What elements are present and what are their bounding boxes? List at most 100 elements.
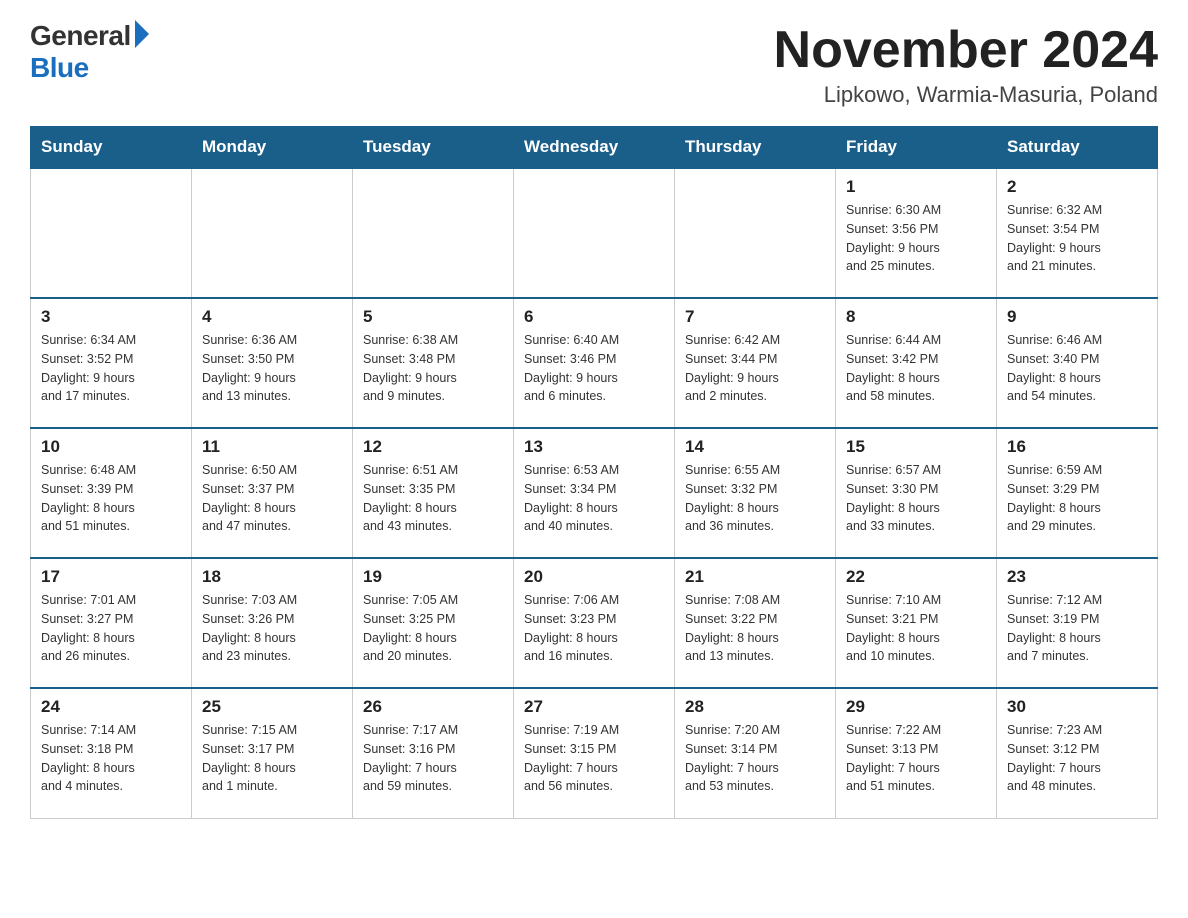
- calendar-cell: 28 Sunrise: 7:20 AM Sunset: 3:14 PM Dayli…: [675, 688, 836, 818]
- day-number: 29: [846, 697, 986, 717]
- day-info: Sunrise: 6:51 AM Sunset: 3:35 PM Dayligh…: [363, 461, 503, 536]
- day-number: 8: [846, 307, 986, 327]
- day-info: Sunrise: 7:08 AM Sunset: 3:22 PM Dayligh…: [685, 591, 825, 666]
- calendar-cell: 15 Sunrise: 6:57 AM Sunset: 3:30 PM Dayli…: [836, 428, 997, 558]
- day-number: 9: [1007, 307, 1147, 327]
- logo: General Blue: [30, 20, 149, 84]
- day-info: Sunrise: 6:59 AM Sunset: 3:29 PM Dayligh…: [1007, 461, 1147, 536]
- day-number: 25: [202, 697, 342, 717]
- calendar-cell: [353, 168, 514, 298]
- calendar-cell: 23 Sunrise: 7:12 AM Sunset: 3:19 PM Dayli…: [997, 558, 1158, 688]
- day-info: Sunrise: 7:20 AM Sunset: 3:14 PM Dayligh…: [685, 721, 825, 796]
- day-number: 10: [41, 437, 181, 457]
- calendar-cell: 11Sunrise: 6:50 AM Sunset: 3:37 PM Dayli…: [192, 428, 353, 558]
- day-number: 14: [685, 437, 825, 457]
- calendar-cell: [675, 168, 836, 298]
- calendar-cell: 3Sunrise: 6:34 AM Sunset: 3:52 PM Daylig…: [31, 298, 192, 428]
- month-title: November 2024: [774, 20, 1158, 80]
- calendar-table: Sunday Monday Tuesday Wednesday Thursday…: [30, 126, 1158, 819]
- calendar-cell: 27Sunrise: 7:19 AM Sunset: 3:15 PM Dayli…: [514, 688, 675, 818]
- day-info: Sunrise: 6:50 AM Sunset: 3:37 PM Dayligh…: [202, 461, 342, 536]
- col-tuesday: Tuesday: [353, 127, 514, 169]
- day-info: Sunrise: 6:40 AM Sunset: 3:46 PM Dayligh…: [524, 331, 664, 406]
- day-info: Sunrise: 6:34 AM Sunset: 3:52 PM Dayligh…: [41, 331, 181, 406]
- calendar-cell: [192, 168, 353, 298]
- week-row-3: 10 Sunrise: 6:48 AM Sunset: 3:39 PM Dayli…: [31, 428, 1158, 558]
- day-info: Sunrise: 7:22 AM Sunset: 3:13 PM Dayligh…: [846, 721, 986, 796]
- day-info: Sunrise: 7:10 AM Sunset: 3:21 PM Dayligh…: [846, 591, 986, 666]
- day-number: 30: [1007, 697, 1147, 717]
- calendar-cell: 20Sunrise: 7:06 AM Sunset: 3:23 PM Dayli…: [514, 558, 675, 688]
- day-info: Sunrise: 6:42 AM Sunset: 3:44 PM Dayligh…: [685, 331, 825, 406]
- calendar-cell: 1Sunrise: 6:30 AM Sunset: 3:56 PM Daylig…: [836, 168, 997, 298]
- title-area: November 2024 Lipkowo, Warmia-Masuria, P…: [774, 20, 1158, 108]
- week-row-2: 3Sunrise: 6:34 AM Sunset: 3:52 PM Daylig…: [31, 298, 1158, 428]
- day-info: Sunrise: 6:55 AM Sunset: 3:32 PM Dayligh…: [685, 461, 825, 536]
- day-number: 22: [846, 567, 986, 587]
- calendar-cell: 16 Sunrise: 6:59 AM Sunset: 3:29 PM Dayli…: [997, 428, 1158, 558]
- day-number: 28: [685, 697, 825, 717]
- day-info: Sunrise: 6:32 AM Sunset: 3:54 PM Dayligh…: [1007, 201, 1147, 276]
- week-row-5: 24Sunrise: 7:14 AM Sunset: 3:18 PM Dayli…: [31, 688, 1158, 818]
- calendar-cell: 7 Sunrise: 6:42 AM Sunset: 3:44 PM Daylig…: [675, 298, 836, 428]
- calendar-cell: 9 Sunrise: 6:46 AM Sunset: 3:40 PM Daylig…: [997, 298, 1158, 428]
- day-info: Sunrise: 7:03 AM Sunset: 3:26 PM Dayligh…: [202, 591, 342, 666]
- calendar-cell: 13 Sunrise: 6:53 AM Sunset: 3:34 PM Dayli…: [514, 428, 675, 558]
- day-number: 5: [363, 307, 503, 327]
- logo-triangle-icon: [135, 20, 149, 48]
- calendar-cell: 12 Sunrise: 6:51 AM Sunset: 3:35 PM Dayli…: [353, 428, 514, 558]
- day-number: 23: [1007, 567, 1147, 587]
- day-info: Sunrise: 6:46 AM Sunset: 3:40 PM Dayligh…: [1007, 331, 1147, 406]
- week-row-1: 1Sunrise: 6:30 AM Sunset: 3:56 PM Daylig…: [31, 168, 1158, 298]
- col-monday: Monday: [192, 127, 353, 169]
- day-info: Sunrise: 7:12 AM Sunset: 3:19 PM Dayligh…: [1007, 591, 1147, 666]
- day-number: 26: [363, 697, 503, 717]
- calendar-cell: 18 Sunrise: 7:03 AM Sunset: 3:26 PM Dayli…: [192, 558, 353, 688]
- header-row: Sunday Monday Tuesday Wednesday Thursday…: [31, 127, 1158, 169]
- calendar-cell: 17 Sunrise: 7:01 AM Sunset: 3:27 PM Dayli…: [31, 558, 192, 688]
- day-info: Sunrise: 6:48 AM Sunset: 3:39 PM Dayligh…: [41, 461, 181, 536]
- day-info: Sunrise: 6:53 AM Sunset: 3:34 PM Dayligh…: [524, 461, 664, 536]
- calendar-cell: 22 Sunrise: 7:10 AM Sunset: 3:21 PM Dayli…: [836, 558, 997, 688]
- day-number: 7: [685, 307, 825, 327]
- calendar-cell: 19Sunrise: 7:05 AM Sunset: 3:25 PM Dayli…: [353, 558, 514, 688]
- col-sunday: Sunday: [31, 127, 192, 169]
- day-info: Sunrise: 7:19 AM Sunset: 3:15 PM Dayligh…: [524, 721, 664, 796]
- calendar-cell: 21 Sunrise: 7:08 AM Sunset: 3:22 PM Dayli…: [675, 558, 836, 688]
- calendar-cell: 14 Sunrise: 6:55 AM Sunset: 3:32 PM Dayli…: [675, 428, 836, 558]
- calendar-cell: 10 Sunrise: 6:48 AM Sunset: 3:39 PM Dayli…: [31, 428, 192, 558]
- day-info: Sunrise: 7:01 AM Sunset: 3:27 PM Dayligh…: [41, 591, 181, 666]
- day-number: 24: [41, 697, 181, 717]
- day-info: Sunrise: 7:06 AM Sunset: 3:23 PM Dayligh…: [524, 591, 664, 666]
- day-number: 15: [846, 437, 986, 457]
- day-number: 17: [41, 567, 181, 587]
- day-number: 18: [202, 567, 342, 587]
- day-number: 16: [1007, 437, 1147, 457]
- day-info: Sunrise: 7:23 AM Sunset: 3:12 PM Dayligh…: [1007, 721, 1147, 796]
- logo-general-text: General: [30, 20, 131, 52]
- col-friday: Friday: [836, 127, 997, 169]
- day-info: Sunrise: 6:36 AM Sunset: 3:50 PM Dayligh…: [202, 331, 342, 406]
- day-info: Sunrise: 6:30 AM Sunset: 3:56 PM Dayligh…: [846, 201, 986, 276]
- day-info: Sunrise: 6:44 AM Sunset: 3:42 PM Dayligh…: [846, 331, 986, 406]
- calendar-cell: 29 Sunrise: 7:22 AM Sunset: 3:13 PM Dayli…: [836, 688, 997, 818]
- day-number: 21: [685, 567, 825, 587]
- logo-blue-text: Blue: [30, 52, 89, 84]
- header: General Blue November 2024 Lipkowo, Warm…: [30, 20, 1158, 108]
- calendar-cell: 6Sunrise: 6:40 AM Sunset: 3:46 PM Daylig…: [514, 298, 675, 428]
- col-wednesday: Wednesday: [514, 127, 675, 169]
- calendar-cell: 4 Sunrise: 6:36 AM Sunset: 3:50 PM Daylig…: [192, 298, 353, 428]
- day-info: Sunrise: 6:57 AM Sunset: 3:30 PM Dayligh…: [846, 461, 986, 536]
- calendar-cell: 24Sunrise: 7:14 AM Sunset: 3:18 PM Dayli…: [31, 688, 192, 818]
- day-number: 13: [524, 437, 664, 457]
- week-row-4: 17 Sunrise: 7:01 AM Sunset: 3:27 PM Dayli…: [31, 558, 1158, 688]
- day-number: 4: [202, 307, 342, 327]
- day-number: 12: [363, 437, 503, 457]
- calendar-cell: 5Sunrise: 6:38 AM Sunset: 3:48 PM Daylig…: [353, 298, 514, 428]
- calendar-cell: 30 Sunrise: 7:23 AM Sunset: 3:12 PM Dayli…: [997, 688, 1158, 818]
- col-saturday: Saturday: [997, 127, 1158, 169]
- day-number: 19: [363, 567, 503, 587]
- calendar-cell: 26Sunrise: 7:17 AM Sunset: 3:16 PM Dayli…: [353, 688, 514, 818]
- day-info: Sunrise: 7:15 AM Sunset: 3:17 PM Dayligh…: [202, 721, 342, 796]
- location: Lipkowo, Warmia-Masuria, Poland: [774, 82, 1158, 108]
